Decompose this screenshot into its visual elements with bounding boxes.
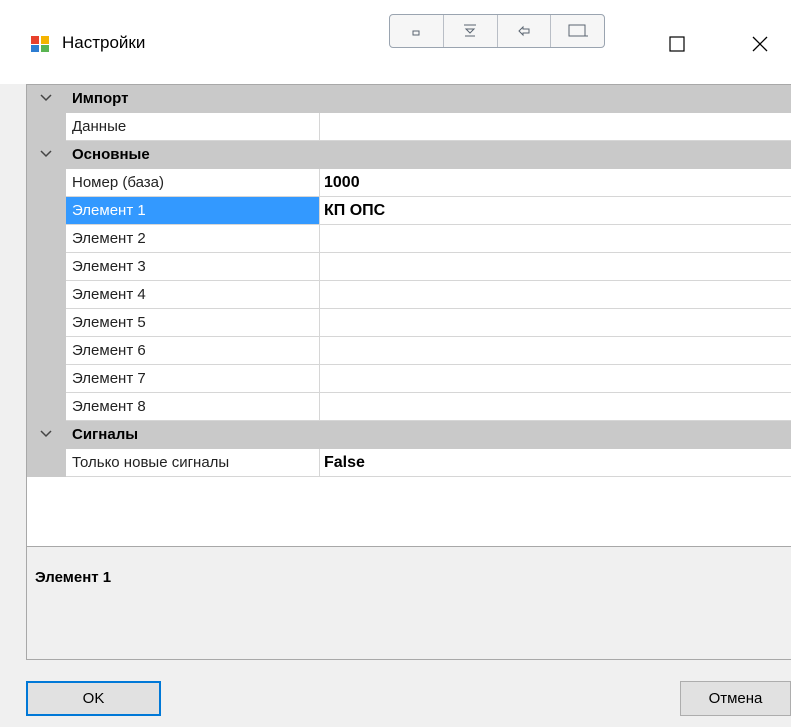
property-row[interactable]: Элемент 5	[27, 309, 791, 337]
close-button[interactable]	[740, 24, 780, 64]
property-grid[interactable]: Импорт Данные Основные Номер (база) 1000…	[26, 84, 791, 547]
restore-small-icon[interactable]	[551, 15, 604, 47]
property-row[interactable]: Элемент 6	[27, 337, 791, 365]
pin-top-icon[interactable]	[444, 15, 498, 47]
maximize-icon	[669, 36, 685, 52]
chevron-down-icon[interactable]	[37, 425, 55, 443]
property-value[interactable]	[320, 365, 791, 393]
pin-side-icon[interactable]	[498, 15, 552, 47]
cancel-button[interactable]: Отмена	[680, 681, 791, 716]
property-row-selected[interactable]: Элемент 1 КП ОПС	[27, 197, 791, 225]
description-panel: Элемент 1	[26, 546, 791, 660]
category-main[interactable]: Основные	[27, 141, 791, 169]
property-row[interactable]: Элемент 3	[27, 253, 791, 281]
property-name[interactable]: Элемент 3	[66, 253, 320, 281]
ok-button[interactable]: OK	[26, 681, 161, 716]
property-row[interactable]: Номер (база) 1000	[27, 169, 791, 197]
title-bar: Настройки	[0, 0, 791, 84]
maximize-button[interactable]	[657, 24, 697, 64]
property-row[interactable]: Элемент 7	[27, 365, 791, 393]
property-row[interactable]: Элемент 4	[27, 281, 791, 309]
window-title: Настройки	[62, 33, 146, 52]
property-value[interactable]	[320, 113, 791, 141]
property-value[interactable]: 1000	[320, 169, 791, 197]
property-name[interactable]: Элемент 6	[66, 337, 320, 365]
property-value[interactable]	[320, 393, 791, 421]
property-row[interactable]: Элемент 8	[27, 393, 791, 421]
property-value[interactable]	[320, 281, 791, 309]
category-label: Импорт	[72, 90, 129, 107]
category-signals[interactable]: Сигналы	[27, 421, 791, 449]
property-name[interactable]: Данные	[66, 113, 320, 141]
property-value[interactable]	[320, 225, 791, 253]
property-value[interactable]: False	[320, 449, 791, 477]
property-name[interactable]: Элемент 4	[66, 281, 320, 309]
app-window-icon	[31, 36, 49, 52]
minimize-small-icon[interactable]	[390, 15, 444, 47]
property-name[interactable]: Элемент 2	[66, 225, 320, 253]
category-label: Сигналы	[72, 426, 139, 443]
property-name[interactable]: Элемент 5	[66, 309, 320, 337]
property-value[interactable]	[320, 337, 791, 365]
property-name[interactable]: Номер (база)	[66, 169, 320, 197]
caption-toolstrip	[389, 14, 605, 48]
close-icon	[752, 36, 768, 52]
property-name[interactable]: Элемент 7	[66, 365, 320, 393]
property-row[interactable]: Данные	[27, 113, 791, 141]
property-value[interactable]: КП ОПС	[320, 197, 791, 225]
property-name[interactable]: Элемент 1	[66, 197, 320, 225]
property-row[interactable]: Элемент 2	[27, 225, 791, 253]
chevron-down-icon[interactable]	[37, 89, 55, 107]
property-row[interactable]: Только новые сигналы False	[27, 449, 791, 477]
chevron-down-icon[interactable]	[37, 145, 55, 163]
description-title: Элемент 1	[35, 569, 112, 586]
property-name[interactable]: Элемент 8	[66, 393, 320, 421]
property-name[interactable]: Только новые сигналы	[66, 449, 320, 477]
property-value[interactable]	[320, 309, 791, 337]
category-label: Основные	[72, 146, 150, 163]
category-import[interactable]: Импорт	[27, 85, 791, 113]
property-value[interactable]	[320, 253, 791, 281]
